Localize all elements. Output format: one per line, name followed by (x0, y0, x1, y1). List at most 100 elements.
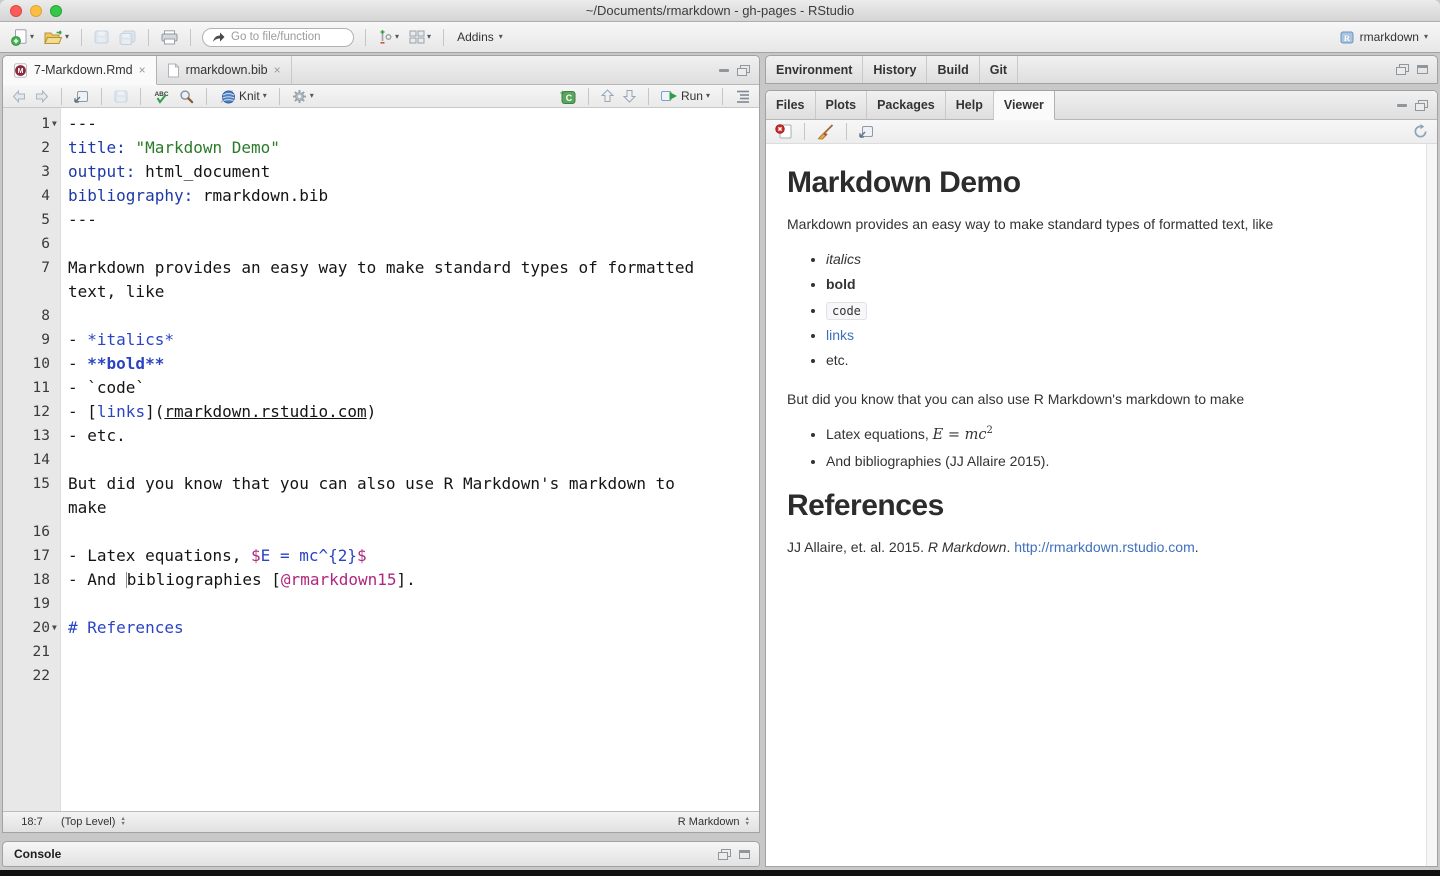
line-number[interactable]: 8 (3, 304, 61, 328)
code-line[interactable]: - `code` (61, 376, 145, 400)
tab-files[interactable]: Files (766, 91, 816, 119)
tab-viewer[interactable]: Viewer (994, 91, 1055, 120)
code-row[interactable]: 3output: html_document (3, 160, 759, 184)
code-line[interactable] (61, 232, 68, 256)
reference-link[interactable]: http://rmarkdown.rstudio.com (1014, 539, 1195, 555)
code-line[interactable]: title: "Markdown Demo" (61, 136, 280, 160)
refresh-viewer-button[interactable] (1411, 123, 1430, 140)
code-row[interactable]: 5--- (3, 208, 759, 232)
code-row[interactable]: 22 (3, 664, 759, 688)
minimize-pane-icon[interactable] (1397, 104, 1407, 107)
code-line[interactable]: - And bibliographies [@rmarkdown15]. (61, 568, 416, 592)
project-menu-button[interactable]: R rmarkdown ▾ (1336, 28, 1432, 46)
links-example-link[interactable]: links (826, 327, 854, 343)
tab-git[interactable]: Git (980, 56, 1018, 83)
code-row[interactable]: 9- *italics* (3, 328, 759, 352)
code-row[interactable]: 16 (3, 520, 759, 544)
line-number[interactable] (3, 496, 61, 520)
code-line[interactable] (61, 640, 68, 664)
code-row[interactable]: text, like (3, 280, 759, 304)
open-in-new-window-button[interactable] (72, 89, 91, 104)
code-row[interactable]: 12- [links](rmarkdown.rstudio.com) (3, 400, 759, 424)
line-number[interactable]: 10 (3, 352, 61, 376)
restore-pane-icon[interactable] (737, 65, 750, 76)
line-number[interactable]: 6 (3, 232, 61, 256)
code-row[interactable]: 17- Latex equations, $E = mc^{2}$ (3, 544, 759, 568)
run-next-chunk-button[interactable] (621, 88, 638, 104)
forward-button[interactable] (33, 89, 51, 104)
code-line[interactable]: --- (61, 112, 97, 136)
maximize-pane-icon[interactable] (739, 850, 750, 859)
knit-button[interactable]: Knit ▾ (217, 87, 269, 105)
code-line[interactable]: bibliography: rmarkdown.bib (61, 184, 328, 208)
code-row[interactable]: 2title: "Markdown Demo" (3, 136, 759, 160)
print-button[interactable] (158, 28, 181, 47)
line-number[interactable]: 3 (3, 160, 61, 184)
insert-chunk-button[interactable]: C+ (557, 88, 578, 105)
restore-pane-icon[interactable] (1415, 100, 1428, 111)
line-number[interactable]: 1▼ (3, 112, 61, 136)
code-row[interactable]: make (3, 496, 759, 520)
goto-file-input[interactable] (231, 31, 344, 43)
tab-history[interactable]: History (863, 56, 927, 83)
code-row[interactable]: 4bibliography: rmarkdown.bib (3, 184, 759, 208)
code-row[interactable]: 19 (3, 592, 759, 616)
restore-pane-icon[interactable] (1396, 64, 1409, 75)
addins-button[interactable]: Addins ▾ (453, 28, 507, 46)
code-line[interactable]: Markdown provides an easy way to make st… (61, 256, 694, 280)
tab-environment[interactable]: Environment (766, 56, 863, 83)
close-icon[interactable]: × (139, 64, 146, 76)
code-line[interactable] (61, 664, 68, 688)
code-row[interactable]: 15But did you know that you can also use… (3, 472, 759, 496)
document-options-button[interactable]: ▾ (290, 88, 316, 105)
back-button[interactable] (10, 89, 28, 104)
spellcheck-button[interactable]: ABC (151, 88, 172, 105)
code-line[interactable]: # References (61, 616, 184, 640)
workspace-panes-button[interactable]: ▾ (406, 28, 434, 46)
fold-arrow-icon[interactable]: ▼ (50, 112, 61, 136)
code-row[interactable]: 8 (3, 304, 759, 328)
code-row[interactable]: 10- **bold** (3, 352, 759, 376)
code-line[interactable] (61, 448, 68, 472)
save-all-button[interactable] (116, 28, 139, 47)
code-row[interactable]: 1▼--- (3, 112, 759, 136)
maximize-pane-icon[interactable] (1417, 65, 1428, 74)
code-row[interactable]: 21 (3, 640, 759, 664)
tab-help[interactable]: Help (946, 91, 994, 119)
code-line[interactable]: - **bold** (61, 352, 164, 376)
line-number[interactable]: 22 (3, 664, 61, 688)
code-line[interactable] (61, 592, 68, 616)
line-number[interactable]: 13 (3, 424, 61, 448)
console-pane[interactable]: Console (2, 841, 760, 867)
clear-all-viewer-button[interactable] (815, 123, 836, 141)
line-number[interactable]: 5 (3, 208, 61, 232)
line-number[interactable]: 17 (3, 544, 61, 568)
line-number[interactable]: 18 (3, 568, 61, 592)
run-previous-chunks-button[interactable] (599, 88, 616, 104)
code-row[interactable]: 7Markdown provides an easy way to make s… (3, 256, 759, 280)
line-number[interactable]: 12 (3, 400, 61, 424)
tab-build[interactable]: Build (927, 56, 979, 83)
code-row[interactable]: 11- `code` (3, 376, 759, 400)
code-line[interactable]: text, like (61, 280, 164, 304)
code-row[interactable]: 6 (3, 232, 759, 256)
line-number[interactable]: 20▼ (3, 616, 61, 640)
line-number[interactable]: 4 (3, 184, 61, 208)
line-number[interactable]: 2 (3, 136, 61, 160)
goto-file-search[interactable] (202, 28, 354, 47)
line-number[interactable]: 16 (3, 520, 61, 544)
code-row[interactable]: 13- etc. (3, 424, 759, 448)
save-button[interactable] (91, 28, 112, 46)
restore-pane-icon[interactable] (718, 849, 731, 860)
minimize-pane-icon[interactable] (719, 69, 729, 72)
clear-viewer-button[interactable] (773, 123, 794, 140)
tab-rmarkdown-bib[interactable]: rmarkdown.bib × (157, 56, 292, 84)
line-number[interactable]: 15 (3, 472, 61, 496)
line-number[interactable]: 14 (3, 448, 61, 472)
line-number[interactable]: 9 (3, 328, 61, 352)
viewer-scrollbar[interactable] (1426, 144, 1437, 866)
find-replace-button[interactable] (177, 88, 196, 105)
line-number[interactable]: 11 (3, 376, 61, 400)
code-line[interactable]: - etc. (61, 424, 126, 448)
scope-selector[interactable]: (Top Level) (61, 816, 126, 828)
